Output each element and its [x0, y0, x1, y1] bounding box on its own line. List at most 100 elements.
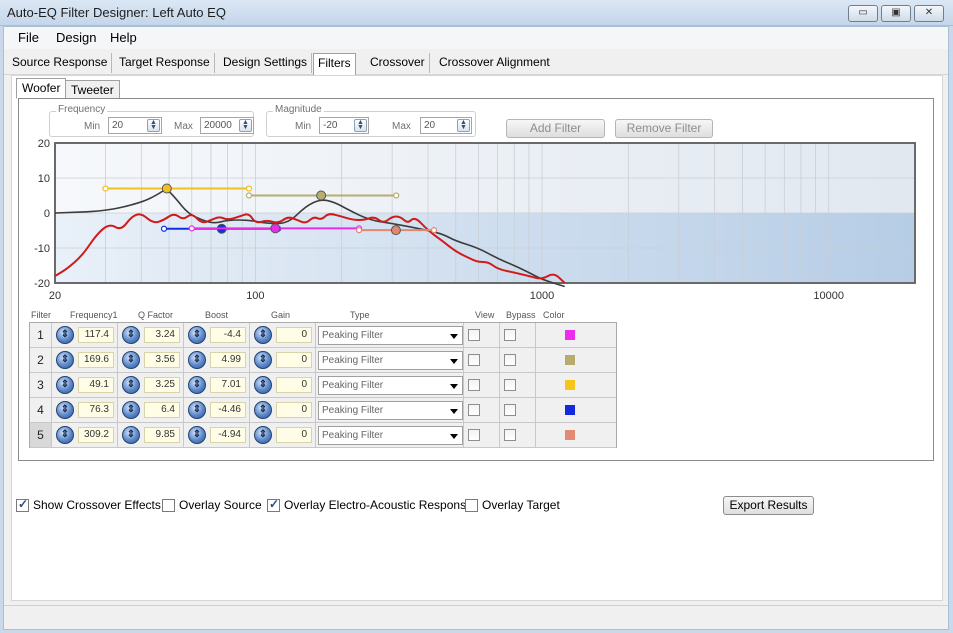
bypass-checkbox[interactable] [504, 354, 516, 366]
freq-value[interactable]: 309.2 [78, 427, 114, 443]
frequency-max-field[interactable]: 20000 ▲ ▼ [200, 117, 254, 134]
adjust-knob-icon[interactable]: ⇕ [56, 326, 74, 344]
menu-file[interactable]: File [18, 30, 39, 45]
boost-value[interactable]: -4.46 [210, 402, 246, 418]
option-checkbox[interactable] [267, 497, 280, 513]
q-value[interactable]: 6.4 [144, 402, 180, 418]
add-filter-button[interactable]: Add Filter [506, 119, 605, 138]
tab-design-settings[interactable]: Design Settings [219, 53, 313, 73]
subtab-woofer[interactable]: Woofer [16, 78, 67, 99]
freq-value[interactable]: 169.6 [78, 352, 114, 368]
magnitude-max-field[interactable]: 20 ▲ ▼ [420, 117, 472, 134]
q-value[interactable]: 3.24 [144, 327, 180, 343]
frequency-min-field[interactable]: 20 ▲ ▼ [108, 117, 162, 134]
tab-crossover-alignment[interactable]: Crossover Alignment [435, 53, 554, 73]
magnitude-min-spinner[interactable]: ▲ ▼ [354, 119, 367, 132]
filter-type-select[interactable]: Peaking Filter [318, 326, 463, 345]
filter-color-swatch[interactable] [565, 405, 575, 415]
magnitude-min-value: -20 [323, 120, 338, 131]
adjust-knob-icon[interactable]: ⇕ [56, 376, 74, 394]
option-3[interactable]: Overlay Target [465, 498, 560, 513]
adjust-knob-icon[interactable]: ⇕ [188, 376, 206, 394]
adjust-knob-icon[interactable]: ⇕ [122, 326, 140, 344]
adjust-knob-icon[interactable]: ⇕ [122, 351, 140, 369]
filter-type-select[interactable]: Peaking Filter [318, 376, 463, 395]
freq-value[interactable]: 49.1 [78, 377, 114, 393]
tab-target-response[interactable]: Target Response [115, 53, 215, 73]
tab-filters[interactable]: Filters [313, 53, 356, 75]
boost-value[interactable]: 4.99 [210, 352, 246, 368]
option-0[interactable]: Show Crossover Effects [16, 497, 161, 513]
option-checkbox[interactable] [465, 499, 478, 513]
adjust-knob-icon[interactable]: ⇕ [254, 426, 272, 444]
gain-value[interactable]: 0 [276, 377, 312, 393]
filter-type-select[interactable]: Peaking Filter [318, 401, 463, 420]
gain-value[interactable]: 0 [276, 327, 312, 343]
spin-down-icon: ▼ [150, 124, 157, 131]
maximize-button[interactable]: ▣ [881, 5, 911, 22]
eq-response-chart[interactable]: 20100-10-2020 100 1000 10000 [19, 139, 935, 309]
close-button[interactable]: ✕ [914, 5, 944, 22]
adjust-knob-icon[interactable]: ⇕ [188, 351, 206, 369]
boost-value[interactable]: 7.01 [210, 377, 246, 393]
gain-value[interactable]: 0 [276, 352, 312, 368]
menu-help[interactable]: Help [110, 30, 137, 45]
adjust-knob-icon[interactable]: ⇕ [188, 426, 206, 444]
filter-color-swatch[interactable] [565, 380, 575, 390]
filter-color-swatch[interactable] [565, 330, 575, 340]
view-checkbox[interactable] [468, 404, 480, 416]
adjust-knob-icon[interactable]: ⇕ [254, 326, 272, 344]
adjust-knob-icon[interactable]: ⇕ [56, 351, 74, 369]
view-checkbox[interactable] [468, 379, 480, 391]
option-1[interactable]: Overlay Source [162, 498, 262, 513]
remove-filter-button[interactable]: Remove Filter [615, 119, 713, 138]
tab-source-response[interactable]: Source Response [8, 53, 113, 73]
boost-value[interactable]: -4.4 [210, 327, 246, 343]
adjust-knob-icon[interactable]: ⇕ [56, 426, 74, 444]
filter-type-select[interactable]: Peaking Filter [318, 426, 463, 445]
q-value[interactable]: 9.85 [144, 427, 180, 443]
option-checkbox[interactable] [162, 499, 175, 513]
adjust-knob-icon[interactable]: ⇕ [122, 426, 140, 444]
column-header: Bypass [506, 310, 536, 320]
bypass-checkbox[interactable] [504, 379, 516, 391]
adjust-knob-icon[interactable]: ⇕ [254, 376, 272, 394]
bypass-checkbox[interactable] [504, 429, 516, 441]
filter-3-upper-handle [245, 185, 253, 192]
adjust-knob-icon[interactable]: ⇕ [56, 401, 74, 419]
menu-design[interactable]: Design [56, 30, 96, 45]
minimize-button[interactable]: ▭ [848, 5, 878, 22]
view-checkbox[interactable] [468, 429, 480, 441]
frequency-min-value: 20 [112, 120, 124, 131]
adjust-knob-icon[interactable]: ⇕ [188, 326, 206, 344]
adjust-knob-icon[interactable]: ⇕ [122, 401, 140, 419]
filter-type-select[interactable]: Peaking Filter [318, 351, 463, 370]
magnitude-max-spinner[interactable]: ▲ ▼ [457, 119, 470, 132]
freq-value[interactable]: 117.4 [78, 327, 114, 343]
q-value[interactable]: 3.56 [144, 352, 180, 368]
subtab-tweeter[interactable]: Tweeter [65, 80, 120, 100]
adjust-knob-icon[interactable]: ⇕ [188, 401, 206, 419]
boost-value[interactable]: -4.94 [210, 427, 246, 443]
option-checkbox[interactable] [16, 497, 29, 513]
adjust-knob-icon[interactable]: ⇕ [122, 376, 140, 394]
filter-color-swatch[interactable] [565, 355, 575, 365]
frequency-min-spinner[interactable]: ▲ ▼ [147, 119, 160, 132]
adjust-knob-icon[interactable]: ⇕ [254, 401, 272, 419]
frequency-max-spinner[interactable]: ▲ ▼ [239, 119, 252, 132]
export-results-button[interactable]: Export Results [723, 496, 814, 515]
spin-down-icon: ▼ [460, 124, 467, 131]
view-checkbox[interactable] [468, 329, 480, 341]
gain-value[interactable]: 0 [276, 402, 312, 418]
filter-color-swatch[interactable] [565, 430, 575, 440]
bypass-checkbox[interactable] [504, 329, 516, 341]
freq-value[interactable]: 76.3 [78, 402, 114, 418]
gain-value[interactable]: 0 [276, 427, 312, 443]
tab-crossover[interactable]: Crossover [366, 53, 430, 73]
magnitude-min-field[interactable]: -20 ▲ ▼ [319, 117, 369, 134]
option-2[interactable]: Overlay Electro-Acoustic Response [267, 497, 473, 513]
bypass-checkbox[interactable] [504, 404, 516, 416]
q-value[interactable]: 3.25 [144, 377, 180, 393]
adjust-knob-icon[interactable]: ⇕ [254, 351, 272, 369]
view-checkbox[interactable] [468, 354, 480, 366]
